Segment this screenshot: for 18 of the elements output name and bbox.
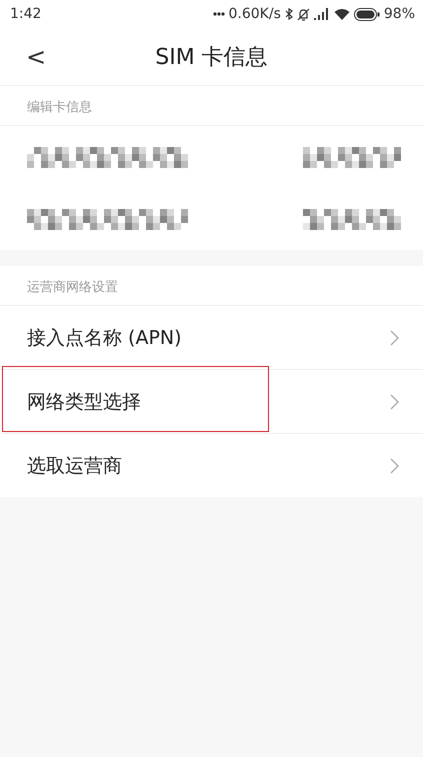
chevron-right-icon — [390, 394, 399, 410]
chevron-right-icon — [390, 458, 399, 474]
muted-bell-icon — [296, 8, 310, 20]
battery-percent: 98% — [384, 6, 415, 22]
signal-icon — [314, 8, 330, 20]
wifi-icon — [334, 8, 350, 20]
dots-icon — [212, 12, 224, 16]
item-label: 网络类型选择 — [27, 390, 141, 414]
item-label: 接入点名称 (APN) — [27, 326, 182, 350]
item-label: 选取运营商 — [27, 454, 122, 478]
chevron-right-icon — [390, 330, 399, 346]
bluetooth-icon — [284, 8, 293, 20]
page-title: SIM 卡信息 — [155, 44, 268, 70]
section-heading: 编辑卡信息 — [0, 86, 423, 126]
clock-time: 1:42 — [10, 6, 42, 22]
back-button[interactable]: < — [20, 42, 52, 70]
network-speed: 0.60K/s — [228, 6, 281, 22]
battery-icon — [354, 8, 380, 20]
